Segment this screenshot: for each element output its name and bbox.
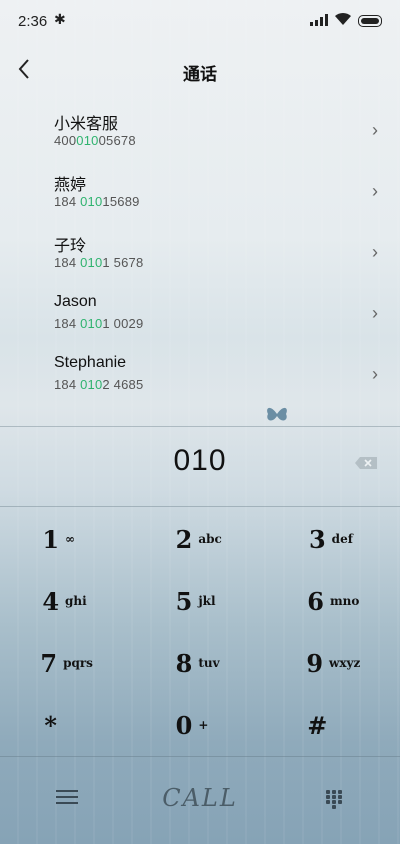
- chevron-right-icon: ›: [372, 364, 378, 384]
- dial-display: 010: [0, 428, 400, 504]
- contact-row[interactable]: Jason 184 0101 0029 ›: [0, 283, 400, 344]
- wifi-icon: [335, 12, 351, 25]
- list-divider: [0, 426, 400, 427]
- chevron-right-icon: ›: [372, 242, 378, 262]
- key-9[interactable]: 9 wxyz: [267, 632, 400, 694]
- contact-list: 小米客服 40001005678 › 燕婷 184 01015689 › 子玲 …: [0, 100, 400, 405]
- contact-name: Jason: [54, 293, 97, 310]
- contact-number: 40001005678: [54, 133, 136, 148]
- contact-row[interactable]: Stephanie 184 0102 4685 ›: [0, 344, 400, 405]
- contact-row[interactable]: 子玲 184 0101 5678 ›: [0, 222, 400, 283]
- chevron-right-icon: ›: [372, 303, 378, 323]
- contact-number: 184 0101 5678: [54, 255, 144, 270]
- chevron-right-icon: ›: [372, 120, 378, 140]
- contact-number: 184 0102 4685: [54, 377, 144, 392]
- dialed-number: 010: [173, 444, 227, 477]
- key-1[interactable]: 1 ∞: [0, 508, 133, 570]
- signal-icon: [310, 14, 328, 26]
- contact-row[interactable]: 燕婷 184 01015689 ›: [0, 161, 400, 222]
- key-star[interactable]: *: [0, 694, 133, 756]
- keypad: 1 ∞ 2 abc 3 def 4 ghi 5 jkl 6 mno 7 pqrs 8 tuv 9…: [0, 508, 400, 756]
- contact-number: 184 01015689: [54, 194, 140, 209]
- keypad-divider: [0, 756, 400, 757]
- header: 通话: [0, 50, 400, 92]
- bottom-bar: CALL: [0, 760, 400, 840]
- key-7[interactable]: 7 pqrs: [0, 632, 133, 694]
- key-0[interactable]: 0 +: [133, 694, 266, 756]
- contact-name: 小米客服: [54, 116, 119, 133]
- battery-icon: [358, 15, 382, 27]
- key-4[interactable]: 4 ghi: [0, 570, 133, 632]
- status-time: 2:36: [18, 13, 48, 30]
- contact-name: Stephanie: [54, 354, 127, 371]
- chevron-right-icon: ›: [372, 181, 378, 201]
- contact-name: 燕婷: [54, 177, 87, 194]
- backspace-icon[interactable]: [354, 456, 378, 470]
- key-hash[interactable]: #: [267, 694, 400, 756]
- butterfly-icon: [267, 407, 287, 421]
- contact-name: 子玲: [54, 238, 87, 255]
- key-8[interactable]: 8 tuv: [133, 632, 266, 694]
- bluetooth-icon: ✱: [54, 11, 66, 27]
- keypad-grid-icon[interactable]: [326, 790, 342, 809]
- contact-number: 184 0101 0029: [54, 316, 144, 331]
- key-6[interactable]: 6 mno: [267, 570, 400, 632]
- display-divider: [0, 506, 400, 507]
- status-bar: 2:36 ✱: [0, 0, 400, 44]
- key-2[interactable]: 2 abc: [133, 508, 266, 570]
- key-5[interactable]: 5 jkl: [133, 570, 266, 632]
- page-title: 通话: [183, 65, 217, 84]
- key-3[interactable]: 3 def: [267, 508, 400, 570]
- contact-row[interactable]: 小米客服 40001005678 ›: [0, 100, 400, 161]
